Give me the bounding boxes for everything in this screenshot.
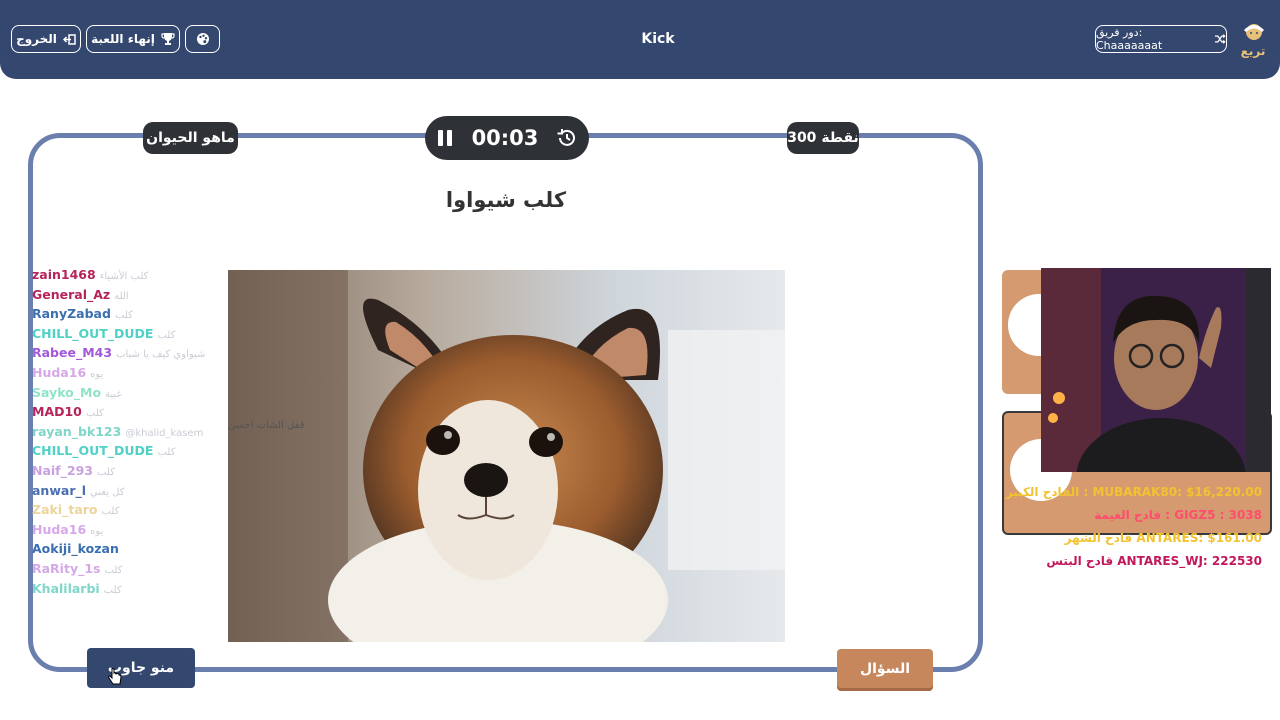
chat-message: zain1468 كلب الأشياء	[32, 265, 302, 285]
chat-message: Huda16 يوه	[32, 520, 302, 540]
chat-message: Khalilarbi كلب	[32, 579, 302, 599]
question-button[interactable]: السؤال	[837, 649, 933, 688]
chat-message: RaRity_1s كلب	[32, 559, 302, 579]
chat-username: Naif_293	[32, 462, 93, 478]
points-badge: 300 نقطة	[787, 122, 859, 154]
chat-message: Rabee_M43 شيواوي كيف يا شباب	[32, 343, 302, 363]
chat-text: يوه	[90, 525, 104, 537]
chat-text: شيواوي كيف يا شباب	[116, 349, 206, 361]
chat-text: كلب	[157, 329, 176, 341]
exit-label: الخروج	[16, 32, 57, 46]
chat-text: كلب	[114, 310, 133, 322]
streamer-webcam	[1041, 268, 1271, 472]
answer-heading: كلب شيواوا	[445, 188, 567, 212]
trophy-icon	[161, 33, 175, 45]
category-badge: ماهو الحيوان	[143, 122, 238, 154]
chat-text: كلب	[157, 447, 176, 459]
chat-text: غبية	[105, 388, 122, 400]
exit-button[interactable]: الخروج	[11, 25, 81, 53]
chat-text: كلب	[103, 584, 122, 596]
chat-username: MAD10	[32, 404, 82, 420]
who-answered-button[interactable]: منو جاوب	[87, 648, 195, 688]
end-game-label: إنهاء اللعبة	[91, 32, 155, 46]
chat-message: General_Az الله	[32, 285, 302, 305]
palette-icon	[196, 33, 209, 45]
stat-line: قادح الغيمة : GIGZ5 : 3038	[1094, 508, 1262, 522]
chat-text: الله	[114, 290, 129, 302]
chat-message: Huda16 يوه	[32, 363, 302, 383]
pause-icon[interactable]	[436, 129, 454, 147]
chat-text: @khalid_kasem	[125, 427, 204, 439]
timer-control: 00:03	[425, 116, 589, 160]
header-title: Kick	[641, 31, 675, 47]
supporters-stats: القادح الكبير : MUBARAK80: $16,220.00 قاد…	[1000, 481, 1262, 573]
stat-line: قادح الشهر ANTARES: $161.00	[1064, 531, 1262, 545]
chat-username: Zaki_taro	[32, 502, 98, 518]
chat-message: Naif_293 كلب	[32, 461, 302, 481]
logo-text: تريع	[1240, 44, 1266, 58]
chat-message: CHILL_OUT_DUDE كلب	[32, 441, 302, 461]
chat-username: CHILL_OUT_DUDE	[32, 443, 154, 459]
chat-username: Huda16	[32, 521, 87, 537]
chat-username: RaRity_1s	[32, 560, 101, 576]
chat-message: Zaki_taro كلب	[32, 500, 302, 520]
chat-text: كلب	[104, 564, 123, 576]
chat-message: RanyZabad كلب	[32, 304, 302, 324]
chat-username: Khalilarbi	[32, 580, 100, 596]
dog-photo	[228, 270, 785, 642]
chat-username: Rabee_M43	[32, 345, 113, 361]
chat-username: General_Az	[32, 286, 111, 302]
chat-message: Aokiji_kozan	[32, 539, 302, 559]
chat-username: anwar_l	[32, 482, 87, 498]
chat-message: CHILL_OUT_DUDE كلب	[32, 324, 302, 344]
chat-message: anwar_l كل يعني	[32, 481, 302, 501]
chat-username: CHILL_OUT_DUDE	[32, 325, 154, 341]
chat-text: كلب	[96, 466, 115, 478]
stat-line: قادح البتس ANTARES_WJ: 222530	[1046, 554, 1262, 568]
chat-message: MAD10 كلب	[32, 402, 302, 422]
chat-message: rayan_bk123 @khalid_kasem	[32, 422, 302, 442]
reset-timer-icon[interactable]	[556, 127, 578, 149]
chat-feed: zain1468 كلب الأشياء General_Az الله RanyZab…	[32, 265, 302, 598]
exit-icon	[62, 33, 76, 45]
chat-text: كلب	[101, 506, 120, 518]
stat-line: القادح الكبير : MUBARAK80: $16,220.00	[1005, 485, 1262, 499]
chat-username: Aokiji_kozan	[32, 541, 119, 557]
team-turn-label: دور فريق: Chaaaaaaat	[1096, 26, 1163, 52]
timer-display: 00:03	[471, 126, 539, 150]
chat-username: zain1468	[32, 267, 96, 282]
hand-cursor-icon	[108, 668, 122, 685]
chat-username: Sayko_Mo	[32, 384, 102, 400]
chat-text: يوه	[90, 368, 104, 380]
chat-message: Sayko_Mo غبية	[32, 383, 302, 403]
chat-username: rayan_bk123	[32, 423, 122, 439]
chat-text: كل يعني	[90, 486, 125, 498]
chat-text: كلب	[85, 408, 104, 420]
team-turn-button[interactable]: دور فريق: Chaaaaaaat	[1095, 25, 1227, 53]
shuffle-icon	[1215, 34, 1226, 44]
chat-username: RanyZabad	[32, 306, 111, 322]
palette-button[interactable]	[185, 25, 220, 53]
chat-text: كلب الأشياء	[99, 271, 149, 282]
end-game-button[interactable]: إنهاء اللعبة	[86, 25, 180, 53]
chat-username: Huda16	[32, 364, 87, 380]
